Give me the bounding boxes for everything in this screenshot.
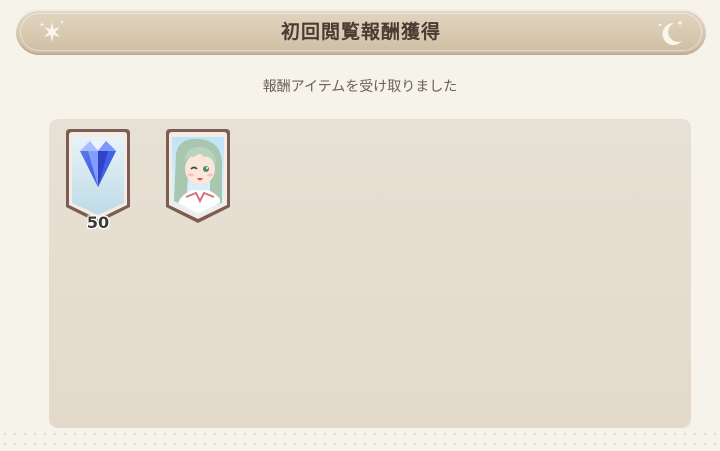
background-pattern [0, 429, 720, 451]
reward-count: 50 [86, 213, 110, 232]
reward-item-diamond[interactable]: 50 [60, 127, 136, 232]
character-portrait [166, 129, 230, 223]
reward-item-character[interactable] [160, 127, 236, 227]
reward-panel [49, 119, 691, 428]
reward-dialog: 初回閲覧報酬獲得 報酬アイテムを受け取りました 50 [0, 0, 720, 451]
moon-star-icon [658, 20, 683, 45]
title-banner: 初回閲覧報酬獲得 [16, 9, 706, 55]
reward-message: 報酬アイテムを受け取りました [262, 79, 458, 95]
page-title: 初回閲覧報酬獲得 [280, 21, 441, 43]
diamond-gem-icon [66, 129, 130, 223]
